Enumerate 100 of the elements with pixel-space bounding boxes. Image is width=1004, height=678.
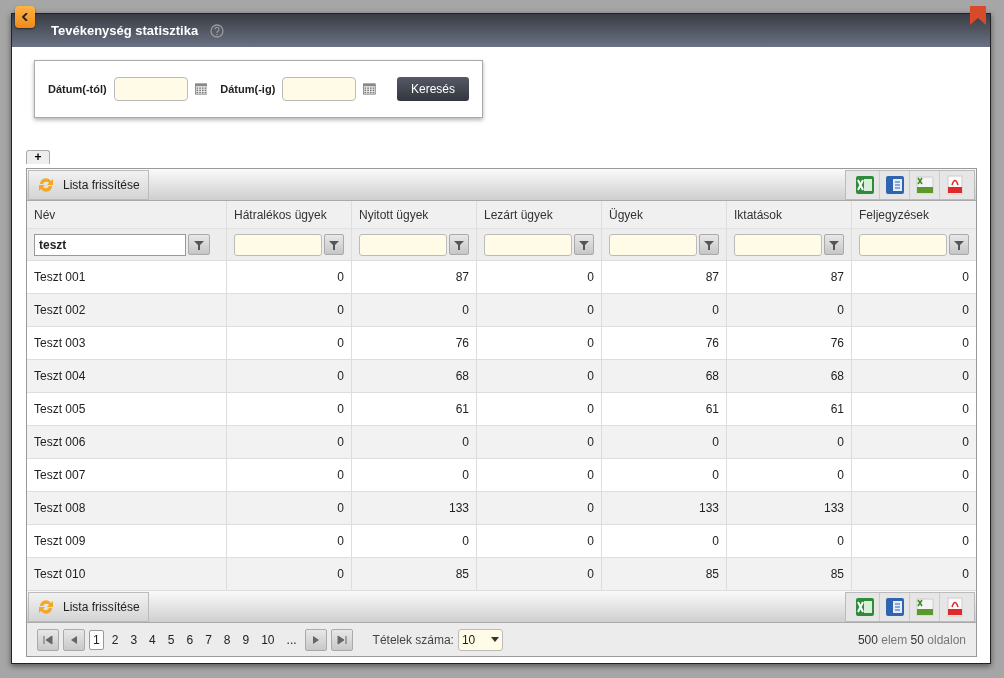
previous-page-button[interactable]	[63, 628, 85, 651]
table-cell-text: Teszt 009	[34, 533, 86, 550]
table-cell-text: 0	[587, 368, 594, 385]
column-header[interactable]: Név	[27, 201, 227, 228]
filter-button[interactable]	[188, 234, 210, 255]
filter-icon	[829, 239, 839, 250]
table-cell-text: 87	[705, 269, 719, 286]
next-page-button[interactable]	[304, 628, 327, 651]
table-cell-text: 0	[587, 434, 594, 451]
page-link[interactable]: 7	[201, 629, 216, 650]
filter-button[interactable]	[699, 234, 719, 255]
filter-field[interactable]: teszt	[34, 233, 186, 256]
table-cell-text: 68	[455, 368, 469, 385]
table-cell-text: 87	[830, 269, 844, 286]
table-cell-text: 0	[712, 533, 719, 550]
dropdown-caret-icon	[490, 637, 499, 642]
last-page-button[interactable]	[330, 628, 353, 651]
table-cell-text: 87	[455, 269, 469, 286]
date-field[interactable]	[282, 77, 357, 101]
column-header[interactable]: Iktatások	[727, 201, 852, 228]
spreadsheet-icon	[855, 175, 874, 194]
table-cell-text: 0	[962, 467, 969, 484]
document-icon	[885, 175, 904, 194]
more-pages-link[interactable]: ...	[282, 630, 301, 649]
table-cell-text: Teszt 006	[34, 434, 86, 451]
column-header[interactable]: Nyitott ügyek	[352, 201, 477, 228]
window-title: Tevékenység statisztika	[51, 21, 199, 40]
page-link[interactable]: 3	[126, 629, 142, 650]
filter-field[interactable]	[234, 233, 322, 256]
filter-button[interactable]	[949, 234, 969, 255]
table-cell-text: 0	[962, 401, 969, 418]
page-link[interactable]: 10	[257, 629, 279, 650]
filter-field[interactable]	[484, 233, 572, 256]
csv-file-icon	[916, 176, 933, 193]
table-cell-text: 0	[337, 533, 344, 550]
table-cell-text: 0	[962, 500, 969, 517]
page-link[interactable]: 2	[107, 629, 123, 650]
table-cell-text: 0	[712, 467, 719, 484]
filter-icon	[329, 239, 339, 250]
add-tab[interactable]: +	[26, 149, 50, 164]
table-cell-text: 0	[587, 335, 594, 352]
help-icon[interactable]	[210, 23, 225, 38]
calendar-icon[interactable]	[363, 82, 376, 96]
table-cell-text: 0	[962, 335, 969, 352]
table-cell-text: 0	[462, 434, 469, 451]
table-cell-text: 0	[337, 368, 344, 385]
column-header[interactable]: Hátralékos ügyek	[227, 201, 352, 228]
page-link[interactable]: 9	[238, 629, 254, 650]
filter-button[interactable]	[574, 234, 594, 255]
date-field[interactable]	[113, 77, 188, 101]
table-cell-text: 0	[587, 302, 594, 319]
search-button[interactable]: Keresés	[396, 77, 469, 101]
table-cell-text: 0	[587, 533, 594, 550]
filter-field[interactable]	[859, 233, 947, 256]
page-link[interactable]: 6	[182, 629, 198, 650]
table-cell-text: 0	[587, 500, 594, 517]
table-cell-text: 0	[337, 302, 344, 319]
field-label: Dátum(-tól)	[48, 81, 107, 97]
csv-file-icon	[916, 598, 933, 615]
table-cell-text: 0	[337, 467, 344, 484]
filter-field[interactable]	[734, 233, 822, 256]
refresh-button[interactable]: Lista frissítése	[28, 591, 149, 622]
table-cell-text: Teszt 010	[34, 566, 86, 583]
filter-field[interactable]	[609, 233, 697, 256]
table-cell-text: 76	[705, 335, 719, 352]
filter-icon	[704, 239, 714, 250]
skip-arrow-icon	[335, 633, 348, 646]
filter-icon	[454, 239, 464, 250]
table-cell-text: 0	[462, 533, 469, 550]
filter-button[interactable]	[449, 234, 469, 255]
table-cell-text: 0	[837, 434, 844, 451]
table-cell-text: 0	[587, 269, 594, 286]
table-cell-text: 0	[962, 269, 969, 286]
table-cell-text: Teszt 007	[34, 467, 86, 484]
field-label: Dátum(-ig)	[220, 81, 276, 97]
filter-field[interactable]	[359, 233, 447, 256]
page-link[interactable]: 5	[163, 629, 179, 650]
table-cell-text: 133	[823, 500, 844, 517]
page-link[interactable]: 8	[219, 629, 235, 650]
table-cell-text: 85	[830, 566, 844, 583]
page-size-select[interactable]: 10	[457, 628, 503, 651]
document-icon	[885, 597, 904, 616]
table-cell-text: 0	[712, 302, 719, 319]
column-header[interactable]: Lezárt ügyek	[477, 201, 602, 228]
page-link[interactable]: 1	[89, 629, 104, 650]
calendar-icon[interactable]	[194, 82, 208, 96]
refresh-button[interactable]: Lista frissítése	[28, 169, 149, 200]
column-header[interactable]: Feljegyzések	[852, 201, 976, 228]
table-cell-text: 68	[705, 368, 719, 385]
page-link[interactable]: 4	[145, 629, 160, 650]
back-button[interactable]	[15, 6, 35, 28]
table-cell-text: 0	[337, 566, 344, 583]
table-cell-text: 85	[705, 566, 719, 583]
filter-button[interactable]	[824, 234, 844, 255]
first-page-button[interactable]	[37, 628, 59, 651]
table-cell-text: 0	[337, 500, 344, 517]
filter-button[interactable]	[324, 234, 344, 255]
table-cell-text: 68	[830, 368, 844, 385]
filter-icon	[954, 239, 964, 250]
column-header[interactable]: Ügyek	[602, 201, 727, 228]
